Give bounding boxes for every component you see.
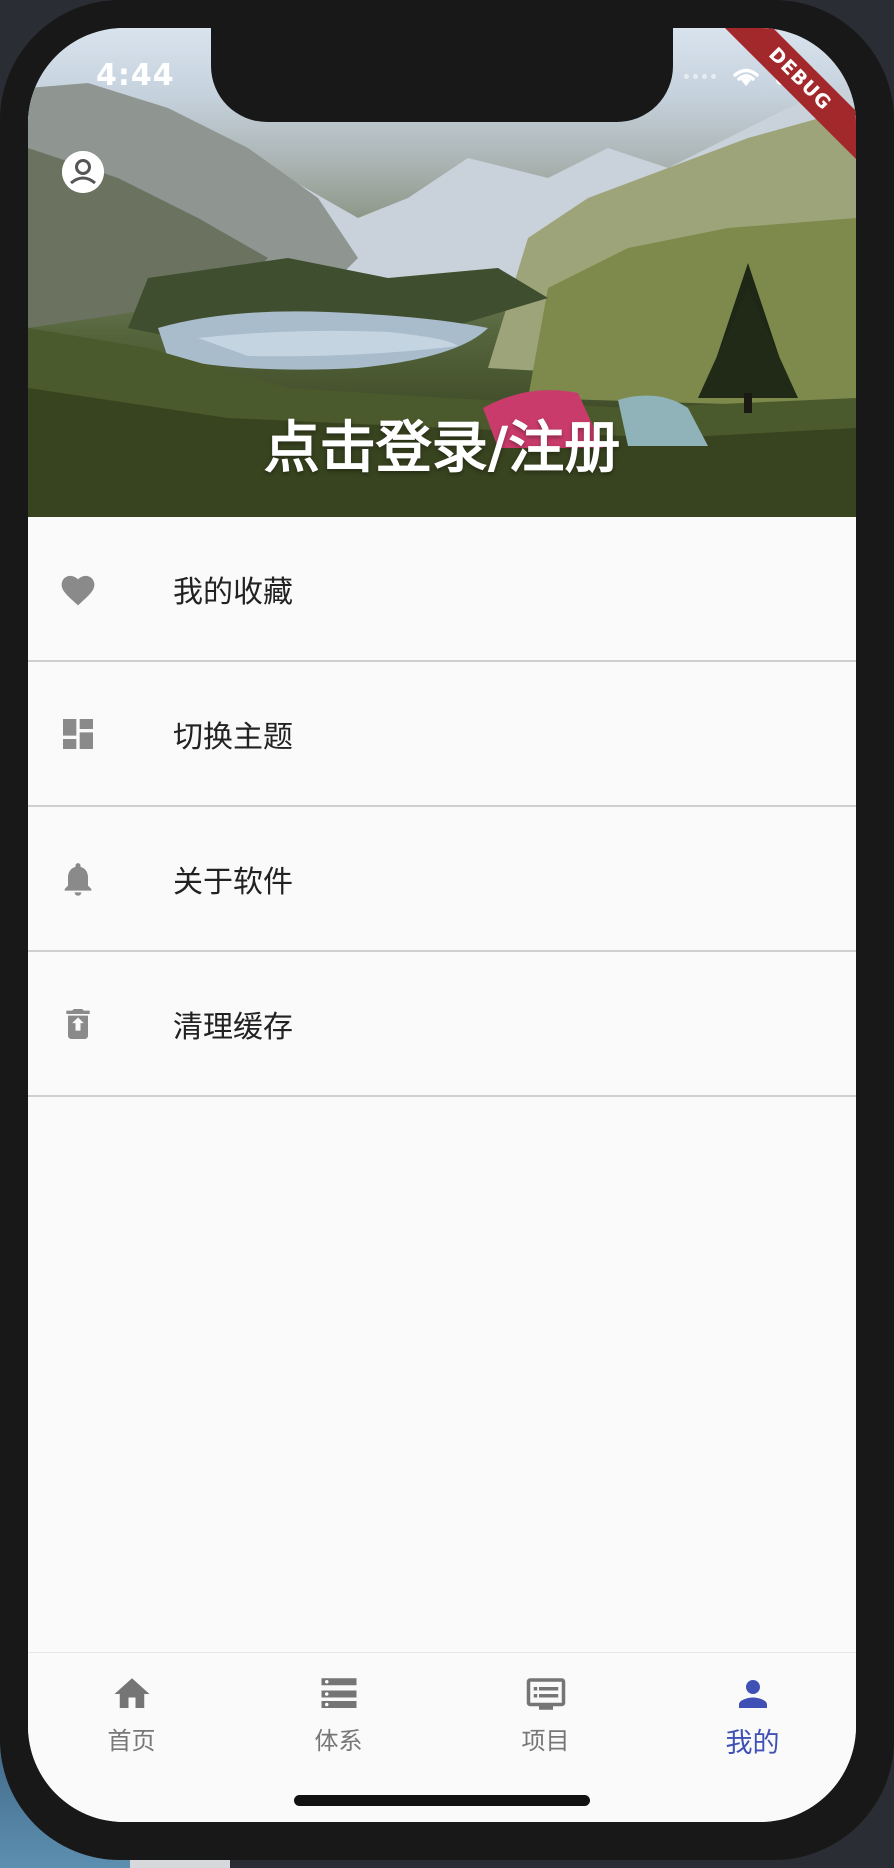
signal-icon — [684, 73, 716, 79]
nav-tab-projects[interactable]: 项目 — [442, 1671, 649, 1761]
monitor-icon — [523, 1671, 569, 1717]
bell-icon — [56, 857, 100, 901]
app-screen: 4:44 DEBUG 点击登录/注册 我的收藏 切换主题 关于软件 清理缓存 首… — [28, 28, 856, 1822]
login-register-link[interactable]: 点击登录/注册 — [28, 403, 856, 484]
person-icon — [730, 1671, 776, 1717]
home-indicator[interactable] — [294, 1795, 590, 1806]
menu-item-label: 切换主题 — [173, 719, 293, 755]
trash-icon — [56, 1002, 100, 1046]
wifi-icon — [733, 68, 759, 86]
home-icon — [109, 1671, 155, 1717]
nav-tab-home[interactable]: 首页 — [28, 1671, 235, 1761]
phone-frame: 4:44 DEBUG 点击登录/注册 我的收藏 切换主题 关于软件 清理缓存 首… — [0, 0, 894, 1860]
menu-item-about[interactable]: 关于软件 — [28, 807, 856, 952]
heart-icon — [56, 567, 100, 611]
nav-tab-system[interactable]: 体系 — [235, 1671, 442, 1761]
menu-item-label: 清理缓存 — [173, 1009, 293, 1045]
nav-tab-mine[interactable]: 我的 — [649, 1671, 856, 1761]
nav-label: 项目 — [521, 1727, 570, 1755]
menu-item-label: 关于软件 — [173, 864, 293, 900]
nav-label: 我的 — [725, 1728, 780, 1759]
menu-item-favorites[interactable]: 我的收藏 — [28, 517, 856, 662]
account-circle-icon — [62, 151, 104, 193]
menu-item-clear-cache[interactable]: 清理缓存 — [28, 952, 856, 1097]
dashboard-icon — [56, 712, 100, 756]
nav-label: 首页 — [107, 1727, 156, 1755]
status-time: 4:44 — [96, 58, 175, 93]
menu-item-switch-theme[interactable]: 切换主题 — [28, 662, 856, 807]
nav-label: 体系 — [314, 1727, 363, 1755]
settings-menu: 我的收藏 切换主题 关于软件 清理缓存 — [28, 517, 856, 1097]
device-notch — [211, 28, 673, 122]
menu-item-label: 我的收藏 — [173, 574, 293, 610]
user-avatar-button[interactable] — [62, 151, 104, 193]
list-icon — [316, 1671, 362, 1717]
